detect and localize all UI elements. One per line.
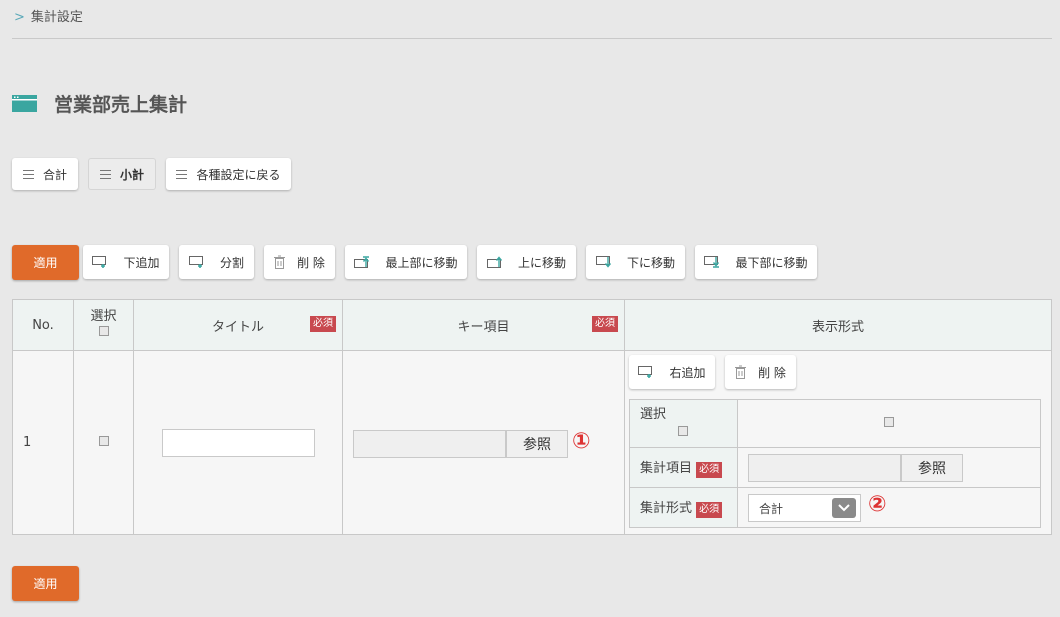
apply-label: 適用	[33, 256, 58, 270]
header-select-label: 選択	[90, 309, 117, 324]
key-reference-button[interactable]: 参照	[506, 430, 568, 458]
row-select-cell	[73, 350, 134, 535]
move-top-label: 最上部に移動	[385, 255, 458, 270]
move-up-label: 上に移動	[517, 255, 566, 270]
tab-subtotal-label: 小計	[119, 167, 144, 182]
table-header-row: No. 選択 タイトル 必須 キー項目 必須 表示形式	[12, 299, 1052, 351]
header-select: 選択	[73, 299, 134, 351]
add-row-icon	[92, 256, 109, 268]
select-all-checkbox[interactable]	[98, 326, 109, 336]
list-icon	[22, 169, 34, 179]
delete-button[interactable]: 削 除	[264, 245, 335, 279]
add-below-button[interactable]: 下追加	[83, 245, 169, 279]
tab-total-label: 合計	[42, 167, 67, 182]
display-select-cell	[737, 399, 1041, 448]
move-top-icon	[354, 256, 371, 268]
add-column-icon	[638, 366, 655, 378]
aggregate-format-select[interactable]: 合計	[748, 494, 861, 522]
move-bottom-label: 最下部に移動	[735, 255, 808, 270]
required-badge: 必須	[696, 502, 723, 518]
required-badge: 必須	[310, 316, 336, 332]
row-title-cell	[133, 350, 343, 535]
trash-icon	[274, 255, 286, 269]
aggregate-item-reference-button[interactable]: 参照	[901, 454, 963, 482]
apply-button[interactable]: 適用	[12, 245, 79, 280]
footer-apply-label: 適用	[33, 577, 58, 591]
title-input[interactable]	[161, 428, 315, 457]
required-badge: 必須	[696, 462, 723, 478]
display-format-cell: 合計 ②	[737, 487, 1041, 528]
display-select-header: 選択	[629, 399, 738, 448]
row-no: 1	[12, 350, 74, 535]
split-button[interactable]: 分割	[179, 245, 254, 279]
chevron-right-icon: >	[14, 10, 25, 25]
marker-2: ②	[868, 492, 887, 517]
display-item-label: 集計項目	[640, 461, 693, 476]
header-title: タイトル 必須	[133, 299, 343, 351]
move-up-button[interactable]: 上に移動	[477, 245, 576, 279]
display-delete-button[interactable]: 削 除	[725, 355, 796, 389]
add-right-label: 右追加	[669, 365, 706, 380]
page-title: 営業部売上集計	[12, 90, 187, 117]
footer-apply-button[interactable]: 適用	[12, 566, 79, 601]
display-select-row: 選択	[629, 399, 1041, 448]
display-item-row: 集計項目 必須 参照	[629, 447, 1041, 488]
display-format-table: 選択 集計項目 必須 参照 集計形式 必須 合計 ②	[629, 399, 1041, 528]
required-badge: 必須	[592, 316, 618, 332]
key-reference-label: 参照	[523, 437, 551, 453]
window-icon	[12, 95, 37, 112]
aggregate-item-reference-label: 参照	[918, 461, 946, 477]
split-label: 分割	[219, 255, 244, 270]
chevron-down-icon[interactable]	[832, 498, 856, 518]
move-bottom-button[interactable]: 最下部に移動	[695, 245, 817, 279]
display-format-row: 集計形式 必須 合計 ②	[629, 487, 1041, 528]
move-down-icon	[595, 256, 613, 268]
header-display: 表示形式	[624, 299, 1052, 351]
marker-1: ①	[572, 429, 591, 454]
tab-total[interactable]: 合計	[12, 158, 78, 190]
display-format-label: 集計形式	[640, 501, 693, 516]
header-key-label: キー項目	[457, 319, 510, 335]
key-input[interactable]	[353, 430, 506, 458]
divider	[12, 38, 1052, 39]
aggregate-format-value: 合計	[759, 501, 784, 516]
move-up-icon	[486, 256, 504, 268]
list-icon	[99, 169, 111, 179]
header-key: キー項目 必須	[342, 299, 625, 351]
display-format-header: 集計形式 必須	[629, 487, 738, 528]
display-item-cell: 参照	[737, 447, 1041, 488]
move-down-label: 下に移動	[626, 255, 675, 270]
display-column-checkbox[interactable]	[884, 417, 894, 427]
header-no: No.	[12, 299, 74, 351]
breadcrumb-label: 集計設定	[30, 10, 83, 25]
list-icon	[176, 169, 188, 179]
aggregate-item-input[interactable]	[748, 454, 901, 482]
display-item-header: 集計項目 必須	[629, 447, 738, 488]
move-bottom-icon	[704, 256, 721, 268]
add-right-button[interactable]: 右追加	[629, 355, 715, 389]
breadcrumb[interactable]: > 集計設定	[14, 6, 83, 25]
display-select-label: 選択	[640, 406, 667, 422]
page-title-text: 営業部売上集計	[54, 94, 188, 116]
split-icon	[188, 256, 206, 268]
move-down-button[interactable]: 下に移動	[586, 245, 685, 279]
move-top-button[interactable]: 最上部に移動	[345, 245, 467, 279]
add-below-label: 下追加	[123, 255, 160, 270]
back-to-settings-label: 各種設定に戻る	[196, 167, 281, 182]
display-delete-label: 削 除	[758, 365, 786, 380]
header-title-label: タイトル	[211, 319, 264, 335]
tab-subtotal[interactable]: 小計	[88, 158, 156, 190]
back-to-settings-button[interactable]: 各種設定に戻る	[166, 158, 291, 190]
display-select-all-checkbox[interactable]	[678, 425, 688, 436]
row-checkbox[interactable]	[98, 436, 109, 446]
trash-icon	[735, 365, 747, 379]
delete-label: 削 除	[297, 255, 325, 270]
row-key-cell: 参照 ①	[342, 350, 625, 535]
